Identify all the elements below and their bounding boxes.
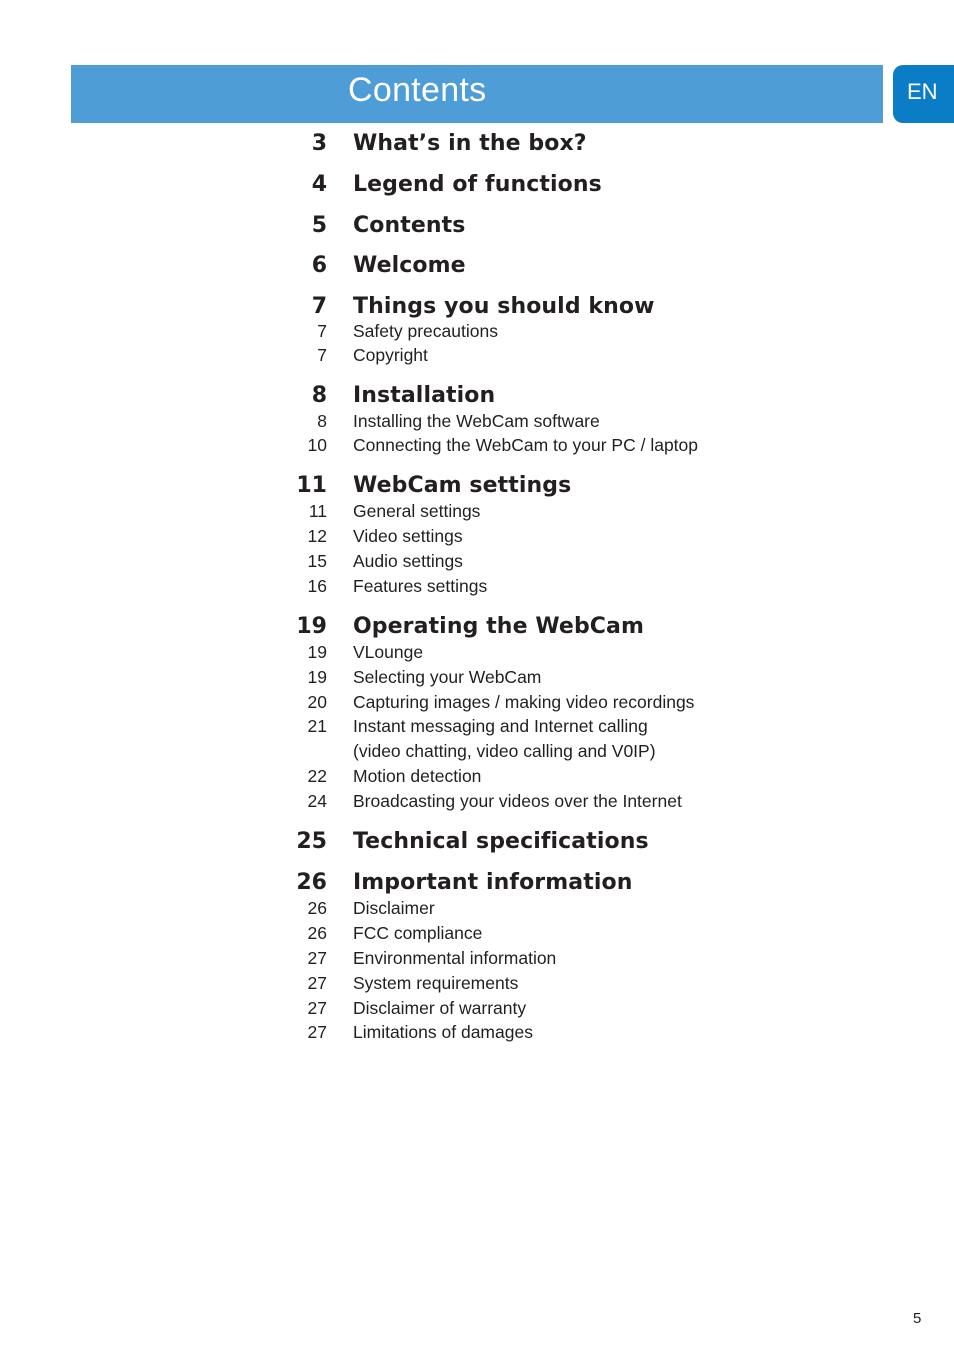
toc-page-number: 6 — [311, 253, 327, 278]
toc-subentry-title: Capturing images / making video recordin… — [353, 692, 695, 712]
page-number: 5 — [913, 1310, 922, 1327]
toc-subentry-page-number: 24 — [307, 791, 327, 811]
toc-subentry-page-number: 27 — [307, 948, 327, 968]
toc-subentry-page-number: 27 — [307, 998, 327, 1018]
toc-subentry-title: Disclaimer of warranty — [353, 998, 527, 1018]
toc-subentry-title: System requirements — [353, 973, 519, 993]
toc-entry-title: Things you should know — [353, 294, 655, 319]
toc-subentry-page-number: 7 — [317, 321, 327, 341]
toc-entry-title: Operating the WebCam — [353, 614, 645, 639]
toc-page-number: 3 — [311, 131, 327, 156]
toc-subentry-title: Environmental information — [353, 948, 557, 968]
toc-subentry-page-number: 26 — [307, 898, 327, 918]
page-title: Contents — [348, 71, 487, 109]
toc-subentry-page-number: 20 — [307, 692, 327, 712]
toc-entry-title: Technical specifications — [353, 829, 649, 854]
toc-subentry-title: Installing the WebCam software — [353, 411, 600, 431]
toc-page-number: 26 — [296, 870, 327, 895]
toc-subentry-title: Motion detection — [353, 766, 482, 786]
toc-entry-title: WebCam settings — [353, 473, 572, 498]
toc-subentry-page-number: 10 — [307, 435, 327, 455]
toc-subentry-page-number: 27 — [307, 1022, 327, 1042]
toc-subentry-page-number: 19 — [307, 667, 327, 687]
toc-subentry-page-number: 11 — [308, 501, 327, 521]
toc-subentry-title: Audio settings — [353, 551, 463, 571]
toc-entry-title: Welcome — [353, 253, 466, 278]
toc-subentry-title: Features settings — [353, 576, 488, 596]
toc-subentry-title: Copyright — [353, 345, 428, 365]
toc-subentry-title: Disclaimer — [353, 898, 435, 918]
toc-entry-title: What’s in the box? — [353, 131, 587, 156]
toc-subentry-title: FCC compliance — [353, 923, 483, 943]
toc-entry-title: Installation — [353, 383, 496, 408]
toc-subentry-title: Selecting your WebCam — [353, 667, 542, 687]
toc-subentry-title: (video chatting, video calling and V0IP) — [353, 741, 656, 761]
toc-subentry-title: Connecting the WebCam to your PC / lapto… — [353, 435, 699, 455]
toc-subentry-page-number: 22 — [307, 766, 327, 786]
toc-subentry-title: VLounge — [353, 642, 424, 662]
toc-page-number: 7 — [311, 294, 327, 319]
toc-subentry-page-number: 16 — [307, 576, 327, 596]
toc-subentry-page-number: 27 — [307, 973, 327, 993]
toc-subentry-title: Limitations of damages — [353, 1022, 533, 1042]
toc-subentry-title: Safety precautions — [353, 321, 498, 341]
toc-subentry-title: Video settings — [353, 526, 463, 546]
toc-subentry-title: Broadcasting your videos over the Intern… — [353, 791, 682, 811]
toc-entry-title: Contents — [353, 213, 466, 238]
toc-subentry-page-number: 8 — [317, 411, 327, 431]
toc-subentry-page-number: 12 — [307, 526, 327, 546]
toc-subentry-page-number: 7 — [317, 345, 327, 365]
toc-subentry-title: General settings — [353, 501, 481, 521]
contents-banner: Contents — [71, 65, 883, 123]
toc-subentry-page-number: 19 — [307, 642, 327, 662]
language-label: EN — [907, 79, 938, 104]
toc-subentry-page-number: 26 — [307, 923, 327, 943]
toc-page-number: 11 — [296, 473, 327, 498]
toc-page-number: 8 — [311, 383, 327, 408]
toc-subentry-page-number: 15 — [307, 551, 327, 571]
toc-subentry-title: Instant messaging and Internet calling — [353, 716, 648, 736]
toc-page-number: 19 — [296, 614, 327, 639]
toc-page-number: 5 — [311, 213, 327, 238]
toc-subentry-page-number: 21 — [307, 716, 327, 736]
toc-page-number: 4 — [311, 172, 327, 197]
toc-page-number: 25 — [296, 829, 327, 854]
toc-entry-title: Legend of functions — [353, 172, 602, 197]
language-tab: EN — [893, 65, 954, 123]
toc-entry-title: Important information — [353, 870, 633, 895]
